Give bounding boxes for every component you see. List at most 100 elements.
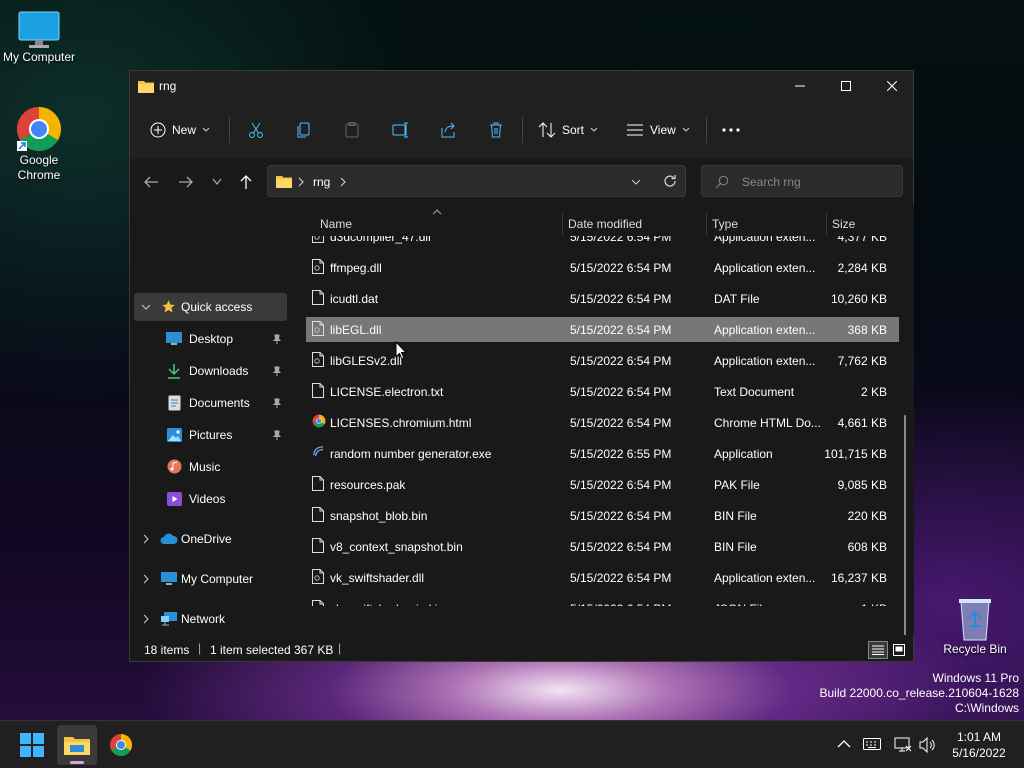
nav-desktop[interactable]: Desktop <box>134 325 287 353</box>
details-view-icon <box>872 645 884 655</box>
file-row[interactable]: vk_swiftshader_icd.json 5/15/2022 6:54 PM… <box>306 596 899 606</box>
large-icons-view-icon <box>893 644 905 656</box>
paste-icon <box>345 122 359 138</box>
breadcrumb-chevron-icon <box>298 177 304 187</box>
view-button[interactable]: View <box>626 113 690 147</box>
file-name: v8_context_snapshot.bin <box>330 540 463 554</box>
column-divider[interactable] <box>562 213 563 235</box>
sort-button[interactable]: Sort <box>538 113 598 147</box>
breadcrumb-item[interactable]: rng <box>313 175 330 189</box>
column-divider[interactable] <box>706 213 707 235</box>
desktop-icon-my-computer[interactable]: My Computer <box>0 10 78 65</box>
share-button[interactable] <box>440 113 456 147</box>
file-row[interactable]: random number generator.exe 5/15/2022 6:5… <box>306 441 899 466</box>
view-label: View <box>650 123 676 137</box>
keyboard-icon[interactable] <box>863 738 881 750</box>
minimize-button[interactable] <box>777 71 823 101</box>
file-row[interactable]: v8_context_snapshot.bin 5/15/2022 6:54 PM… <box>306 534 899 559</box>
file-type: Application exten... <box>714 261 816 275</box>
nav-downloads[interactable]: Downloads <box>134 357 287 385</box>
file-row[interactable]: vk_swiftshader.dll 5/15/2022 6:54 PM Appli… <box>306 565 899 590</box>
status-divider: | <box>338 641 342 655</box>
cut-button[interactable] <box>248 113 264 147</box>
nav-music[interactable]: Music <box>134 453 287 481</box>
address-bar[interactable]: rng <box>267 165 686 197</box>
file-name: LICENSE.electron.txt <box>330 385 444 399</box>
selection-size: 367 KB <box>294 643 334 657</box>
clock[interactable]: 1:01 AM 5/16/2022 <box>946 729 1012 761</box>
details-view-button[interactable] <box>868 641 888 659</box>
search-box[interactable]: Search rng <box>701 165 903 197</box>
desktop-icon-recycle-bin[interactable]: Recycle Bin <box>936 596 1014 657</box>
chevron-right-icon <box>143 534 149 544</box>
sort-ascending-indicator-icon <box>432 209 442 215</box>
rename-button[interactable] <box>392 113 410 147</box>
copy-button[interactable] <box>296 113 312 147</box>
taskbar-file-explorer-button[interactable] <box>57 725 97 765</box>
rename-icon <box>392 122 408 138</box>
column-header-size[interactable]: Size <box>832 217 855 231</box>
close-button[interactable] <box>869 71 915 101</box>
file-row[interactable]: resources.pak 5/15/2022 6:54 PM PAK File 9,… <box>306 472 899 497</box>
start-button[interactable] <box>12 725 52 765</box>
nav-pictures[interactable]: Pictures <box>134 421 287 449</box>
refresh-icon[interactable] <box>663 174 677 188</box>
active-indicator <box>70 761 84 764</box>
volume-icon[interactable] <box>919 737 937 753</box>
column-divider[interactable] <box>826 213 827 235</box>
network-status-icon[interactable] <box>894 737 912 753</box>
file-row[interactable]: libEGL.dll 5/15/2022 6:54 PM Application e… <box>306 317 899 342</box>
title-bar[interactable]: rng <box>130 71 913 101</box>
forward-arrow-icon[interactable] <box>178 175 194 189</box>
chevron-up-icon[interactable] <box>837 740 851 748</box>
file-size: 608 KB <box>847 540 887 554</box>
vertical-scrollbar[interactable] <box>904 415 906 635</box>
delete-button[interactable] <box>488 113 504 147</box>
file-size: 4,377 KB <box>837 236 887 244</box>
column-header-type[interactable]: Type <box>712 217 738 231</box>
nav-videos[interactable]: Videos <box>134 485 287 513</box>
file-type: Text Document <box>714 385 795 399</box>
dll-file-icon <box>312 321 324 336</box>
recent-locations-chevron-icon[interactable] <box>212 178 222 186</box>
close-icon <box>887 81 897 91</box>
status-divider: | <box>198 641 202 655</box>
file-icon <box>312 476 324 491</box>
nav-quick-access[interactable]: Quick access <box>134 293 287 321</box>
nav-documents[interactable]: Documents <box>134 389 287 417</box>
taskbar-chrome-button[interactable] <box>101 725 141 765</box>
copy-icon <box>297 122 310 138</box>
chevron-right-icon <box>143 614 149 624</box>
breadcrumb-chevron-icon <box>340 177 346 187</box>
file-type: BIN File <box>714 540 757 554</box>
pin-icon <box>272 366 282 376</box>
desktop-icon-google-chrome[interactable]: Google Chrome <box>0 105 78 183</box>
maximize-button[interactable] <box>823 71 869 101</box>
desktop-icon-label: Recycle Bin <box>943 642 1007 656</box>
nav-onedrive[interactable]: OneDrive <box>134 525 287 553</box>
back-arrow-icon[interactable] <box>143 175 159 189</box>
nav-my-computer[interactable]: My Computer <box>134 565 287 593</box>
file-size: 1 KB <box>861 602 887 606</box>
up-arrow-icon[interactable] <box>239 174 253 190</box>
file-size: 2 KB <box>860 385 887 399</box>
mouse-cursor-icon <box>395 341 408 360</box>
file-date-modified: 5/15/2022 6:54 PM <box>570 354 672 368</box>
tiles-view-button[interactable] <box>890 641 908 659</box>
more-options-button[interactable] <box>722 113 740 147</box>
column-header-name[interactable]: Name <box>320 217 352 231</box>
address-dropdown-icon[interactable] <box>631 179 641 185</box>
nav-network[interactable]: Network <box>134 605 287 633</box>
column-header-date-modified[interactable]: Date modified <box>568 217 642 231</box>
navigation-bar: rng Search rng <box>130 159 913 205</box>
new-button[interactable]: New <box>150 113 210 147</box>
file-row[interactable]: LICENSE.electron.txt 5/15/2022 6:54 PM Tex… <box>306 379 899 404</box>
documents-icon <box>168 395 181 411</box>
nav-label: Quick access <box>181 300 253 314</box>
file-row[interactable]: icudtl.dat 5/15/2022 6:54 PM DAT File 10,26… <box>306 286 899 311</box>
file-row[interactable]: d3dcompiler_47.dll 5/15/2022 6:54 PM Appli… <box>306 236 899 249</box>
file-row[interactable]: ffmpeg.dll 5/15/2022 6:54 PM Application e… <box>306 255 899 280</box>
paste-button[interactable] <box>344 113 360 147</box>
file-row[interactable]: snapshot_blob.bin 5/15/2022 6:54 PM BIN Fi… <box>306 503 899 528</box>
file-row[interactable]: LICENSES.chromium.html 5/15/2022 6:54 PM C… <box>306 410 899 435</box>
